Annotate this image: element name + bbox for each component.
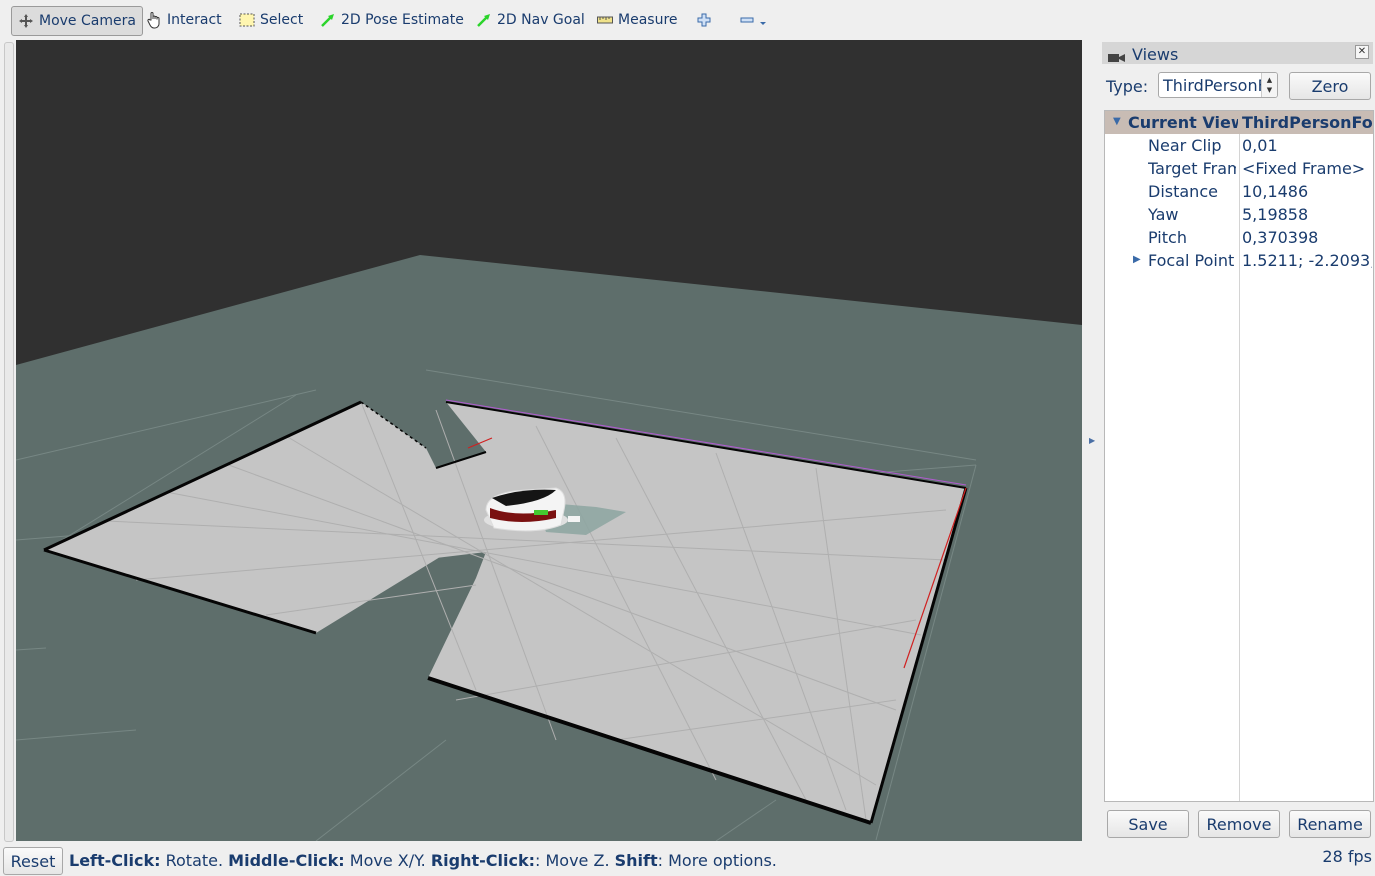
- hand-icon: [146, 11, 162, 29]
- view-properties-tree: ▼ Current View ThirdPersonFollower Near …: [1104, 110, 1374, 802]
- pose-estimate-tool[interactable]: 2D Pose Estimate: [320, 7, 464, 33]
- pose-estimate-label: 2D Pose Estimate: [341, 12, 464, 28]
- property-value[interactable]: 10,1486: [1242, 182, 1372, 201]
- type-label: Type:: [1106, 77, 1149, 96]
- measure-tool[interactable]: Measure: [597, 7, 678, 33]
- property-row[interactable]: Yaw 5,19858: [1105, 203, 1373, 226]
- status-bar: Reset Left-Click: Rotate. Middle-Click: …: [0, 842, 1375, 876]
- current-view-value: ThirdPersonFollower: [1242, 113, 1372, 132]
- property-row[interactable]: Pitch 0,370398: [1105, 226, 1373, 249]
- property-value[interactable]: <Fixed Frame>: [1242, 159, 1372, 178]
- current-view-key: Current View: [1128, 113, 1238, 132]
- middle-click-hint: Middle-Click:: [228, 851, 345, 870]
- save-button[interactable]: Save: [1107, 810, 1189, 838]
- property-value[interactable]: 0,01: [1242, 136, 1372, 155]
- views-title: Views: [1132, 45, 1179, 64]
- property-key: Focal Point: [1148, 251, 1235, 270]
- plus-icon: [697, 13, 711, 27]
- property-key: Near Clip: [1148, 136, 1222, 155]
- remove-button[interactable]: Remove: [1198, 810, 1280, 838]
- property-row[interactable]: Near Clip 0,01: [1105, 134, 1373, 157]
- expand-right-icon[interactable]: ▶: [1133, 254, 1141, 265]
- property-key: Pitch: [1148, 228, 1187, 247]
- render-viewport[interactable]: [16, 40, 1082, 841]
- minus-icon: [740, 13, 766, 27]
- property-value[interactable]: 5,19858: [1242, 205, 1372, 224]
- views-panel-header: Views ✕: [1102, 42, 1373, 64]
- zero-button[interactable]: Zero: [1289, 72, 1371, 100]
- right-click-hint: Right-Click:: [430, 851, 536, 870]
- middle-action-hint: Move X/Y.: [344, 851, 431, 870]
- select-label: Select: [260, 12, 304, 28]
- left-action-hint: Rotate.: [160, 851, 229, 870]
- green-arrow-icon: [320, 12, 336, 28]
- property-row[interactable]: Distance 10,1486: [1105, 180, 1373, 203]
- property-key: Target Frame: [1148, 159, 1236, 178]
- close-icon[interactable]: ✕: [1355, 45, 1369, 59]
- scene-render: [16, 255, 1082, 841]
- status-hint: Left-Click: Rotate. Middle-Click: Move X…: [69, 851, 777, 870]
- property-key: Yaw: [1148, 205, 1179, 224]
- shift-action-hint: : More options.: [657, 851, 777, 870]
- interact-label: Interact: [167, 12, 222, 28]
- reset-button[interactable]: Reset: [3, 847, 63, 875]
- right-dock-collapse-icon[interactable]: ▶: [1089, 436, 1095, 445]
- views-panel: Views ✕ Type: ThirdPersonFollower ▲▼ Zer…: [1100, 40, 1375, 842]
- nav-goal-tool[interactable]: 2D Nav Goal: [476, 7, 585, 33]
- property-row[interactable]: Target Frame <Fixed Frame>: [1105, 157, 1373, 180]
- toolbar: Move Camera Interact Select 2D Pose Esti…: [0, 0, 1375, 40]
- rename-button[interactable]: Rename: [1289, 810, 1371, 838]
- property-value[interactable]: 1.5211; -2.2093; 0: [1242, 251, 1372, 270]
- move-camera-label: Move Camera: [39, 13, 136, 29]
- fps-counter: 28 fps: [1322, 847, 1372, 866]
- ruler-icon: [597, 15, 613, 25]
- property-key: Distance: [1148, 182, 1218, 201]
- move-camera-tool[interactable]: Move Camera: [11, 6, 143, 36]
- expand-down-icon[interactable]: ▼: [1113, 116, 1121, 127]
- select-box-icon: [239, 13, 255, 27]
- property-row[interactable]: ▶ Focal Point 1.5211; -2.2093; 0: [1105, 249, 1373, 272]
- interact-tool[interactable]: Interact: [146, 7, 222, 33]
- move-camera-icon: [18, 13, 34, 29]
- camera-icon: [1108, 48, 1126, 67]
- shift-hint: Shift: [614, 851, 658, 870]
- left-click-hint: Left-Click:: [69, 851, 161, 870]
- green-arrow-icon: [476, 12, 492, 28]
- view-type-select[interactable]: ThirdPersonFollower ▲▼: [1158, 72, 1278, 98]
- spinner-arrows-icon: ▲ ▼: [1261, 73, 1277, 97]
- right-action-hint: : Move Z.: [535, 851, 615, 870]
- select-tool[interactable]: Select: [239, 7, 303, 33]
- left-dock-handle[interactable]: [4, 42, 14, 842]
- remove-tool-button[interactable]: [740, 7, 766, 33]
- nav-goal-label: 2D Nav Goal: [497, 12, 585, 28]
- measure-label: Measure: [618, 12, 678, 28]
- property-value[interactable]: 0,370398: [1242, 228, 1372, 247]
- add-tool-button[interactable]: [697, 7, 711, 33]
- current-view-row[interactable]: ▼ Current View ThirdPersonFollower: [1105, 111, 1373, 134]
